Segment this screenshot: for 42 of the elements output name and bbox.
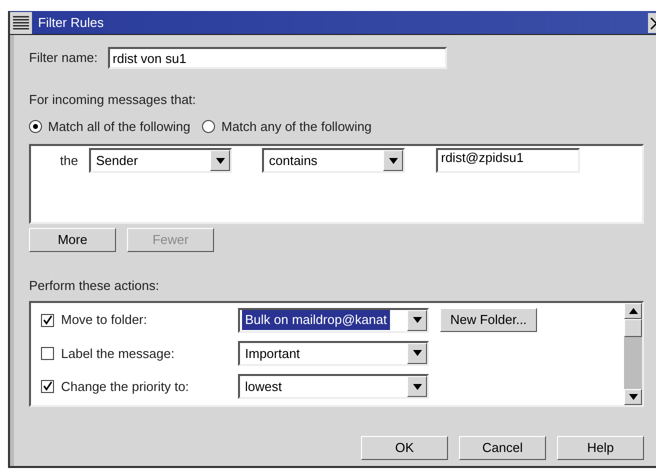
condition-prefix: the bbox=[60, 152, 80, 170]
dropdown-value: Important bbox=[244, 344, 301, 363]
action-label: Change the priority to: bbox=[61, 378, 190, 396]
menu-icon[interactable] bbox=[10, 12, 32, 34]
dropdown-value: lowest bbox=[244, 378, 283, 396]
scroll-down-arrow-icon[interactable] bbox=[628, 394, 638, 400]
action-dropdown[interactable]: lowest bbox=[238, 374, 429, 400]
dropdown-value: contains bbox=[268, 152, 318, 170]
action-dropdown[interactable]: Bulk on maildrop@kanat bbox=[238, 308, 429, 333]
radio-label: Match all of the following bbox=[48, 118, 190, 136]
dialog-button[interactable]: More bbox=[29, 228, 116, 252]
dropdown-arrow-icon bbox=[388, 158, 398, 164]
checkbox[interactable] bbox=[41, 380, 54, 394]
dropdown-arrow-icon bbox=[412, 350, 422, 356]
dropdown-arrow-icon bbox=[216, 158, 224, 164]
window-title: Filter Rules bbox=[38, 14, 104, 32]
dropdown-arrow-icon bbox=[412, 317, 422, 324]
dropdown-value: Sender bbox=[95, 152, 139, 170]
action-label: Label the message: bbox=[61, 344, 176, 363]
checkbox[interactable] bbox=[41, 346, 54, 360]
condition-value-field[interactable]: rdist@zpidsu1 bbox=[436, 148, 580, 173]
action-dropdown[interactable]: Important bbox=[238, 340, 429, 366]
radio-button[interactable] bbox=[202, 120, 216, 133]
scroll-up-arrow-icon[interactable] bbox=[628, 308, 638, 314]
section-label: For incoming messages that: bbox=[29, 91, 197, 109]
operator-dropdown[interactable]: contains bbox=[262, 148, 405, 173]
dropdown-value: Bulk on maildrop@kanat bbox=[242, 310, 390, 330]
section-label: Perform these actions: bbox=[29, 277, 160, 295]
scrollbar[interactable] bbox=[624, 302, 642, 404]
action-label: Move to folder: bbox=[61, 311, 148, 330]
field-label: Filter name: bbox=[29, 49, 98, 68]
checkbox[interactable] bbox=[41, 314, 54, 327]
dialog-button[interactable]: New Folder... bbox=[440, 308, 537, 332]
scrollbar-thumb[interactable] bbox=[624, 318, 642, 336]
field-dropdown[interactable]: Sender bbox=[89, 148, 232, 173]
dialog-button[interactable]: Help bbox=[557, 436, 644, 460]
dialog-button[interactable]: Cancel bbox=[459, 436, 546, 460]
radio-label: Match any of the following bbox=[221, 118, 372, 136]
dropdown-arrow-icon bbox=[412, 384, 422, 390]
filter-name-field[interactable]: rdist von su1 bbox=[108, 47, 447, 69]
dialog-button[interactable]: OK bbox=[361, 436, 448, 460]
radio-button[interactable] bbox=[29, 120, 42, 133]
